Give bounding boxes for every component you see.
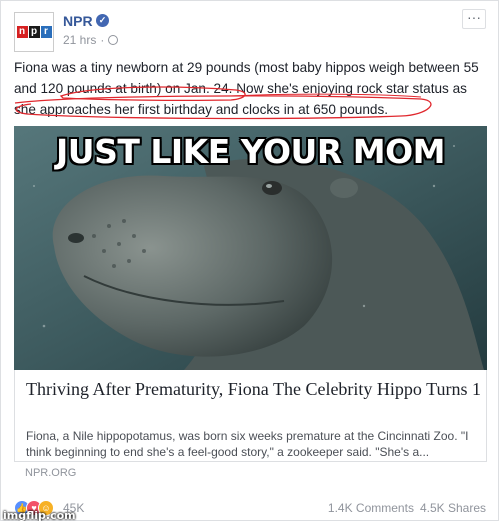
post-timestamp[interactable]: 21 hrs [63, 33, 96, 47]
more-options-button[interactable]: ··· [462, 9, 486, 29]
meme-caption-text: JUST LIKE YOUR MOM [56, 132, 445, 171]
facebook-post: n p r NPR ✓ 21 hrs · ··· Fiona was a tin… [0, 0, 499, 521]
page-name-link[interactable]: NPR [63, 13, 93, 29]
verified-check-icon: ✓ [96, 14, 109, 27]
link-preview[interactable]: Thriving After Prematurity, Fiona The Ce… [14, 370, 487, 462]
imgflip-watermark: imgflip.com [3, 509, 76, 521]
post-caption: Fiona was a tiny newborn at 29 pounds (m… [14, 60, 479, 117]
avatar-letter-r: r [40, 26, 52, 38]
avatar-letter-p: p [28, 26, 40, 38]
comments-count-link[interactable]: 1.4K Comments [328, 501, 414, 515]
engagement-stats: 1.4K Comments 4.5K Shares [328, 501, 486, 515]
hippo-photo[interactable]: JUST LIKE YOUR MOM [14, 126, 487, 370]
post-meta: 21 hrs · [63, 33, 119, 47]
link-description: Fiona, a Nile hippopotamus, was born six… [26, 429, 469, 459]
link-source: NPR.ORG [25, 467, 77, 479]
avatar-letter-n: n [16, 26, 28, 38]
npr-avatar[interactable]: n p r [14, 12, 54, 52]
link-title[interactable]: Thriving After Prematurity, Fiona The Ce… [26, 378, 481, 400]
meta-separator: · [100, 33, 105, 47]
shares-count-link[interactable]: 4.5K Shares [420, 501, 486, 515]
globe-icon [108, 35, 119, 45]
